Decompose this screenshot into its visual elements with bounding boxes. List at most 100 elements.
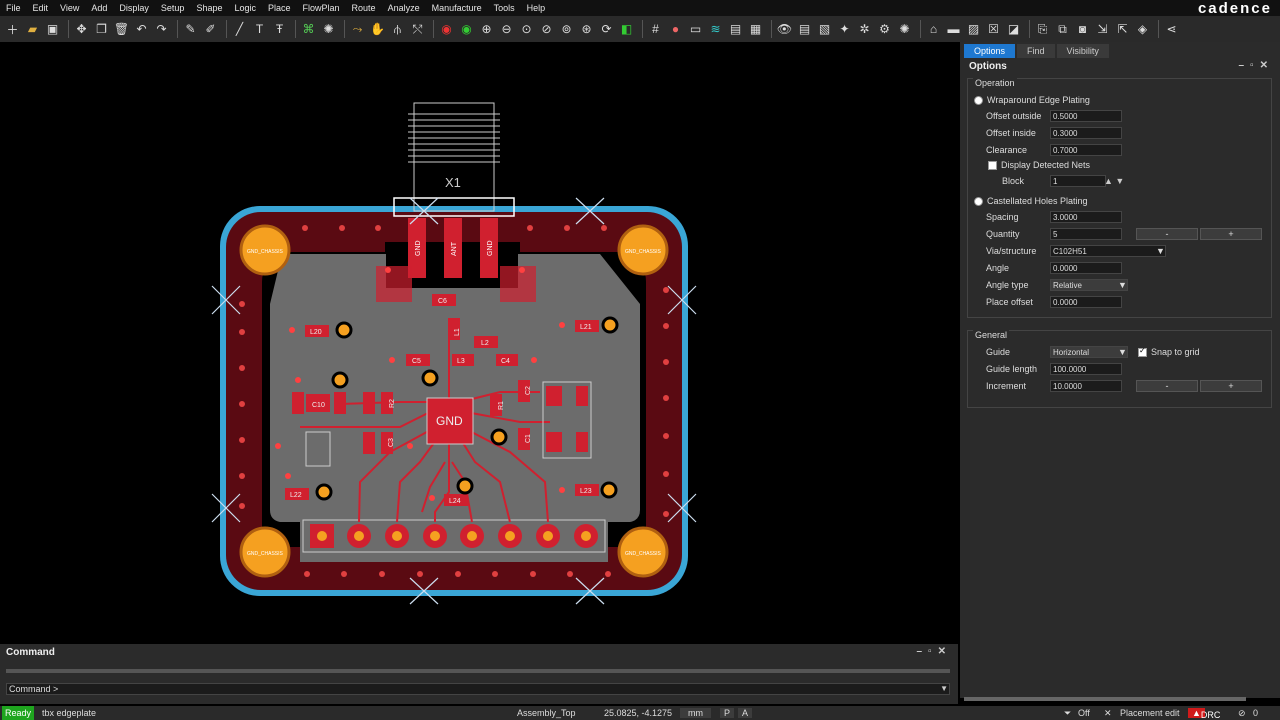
menu-view[interactable]: View [54,3,85,13]
color-icon[interactable]: ● [667,21,684,38]
active-subclass[interactable]: Assembly_Top [517,708,576,718]
fix-icon[interactable]: ✎ [182,21,199,38]
window-icon[interactable]: ▬ [945,21,962,38]
share-icon[interactable]: ⋖ [1163,21,1180,38]
slide-icon[interactable]: ⤳ [349,21,366,38]
module-pad[interactable] [576,432,588,452]
hand-icon[interactable]: ✋ [369,21,386,38]
grid-icon[interactable]: # [647,21,664,38]
drc-icon[interactable]: ☒ [985,21,1002,38]
wraparound-radio[interactable]: Wraparound Edge Plating [974,93,1090,107]
spacing-field[interactable]: 3.0000 [1050,211,1122,223]
tab-visibility[interactable]: Visibility [1056,44,1109,58]
merge-icon[interactable]: ⧉ [1054,21,1071,38]
chevron-down-icon[interactable]: ▼ [940,684,948,693]
increment-field[interactable]: 10.0000 [1050,380,1122,392]
quantity-plus-button[interactable]: + [1200,228,1262,240]
import-icon[interactable]: ⇱ [1114,21,1131,38]
mask-icon[interactable]: ◈ [1134,21,1151,38]
image-icon[interactable]: ▨ [965,21,982,38]
board-icon[interactable]: ▦ [747,21,764,38]
design-canvas[interactable]: X1 GND ANT GND GND_CHASSIS GND_CHASSIS G… [0,42,958,640]
offset-outside-field[interactable]: 0.5000 [1050,110,1122,122]
menu-edit[interactable]: Edit [27,3,55,13]
tab-find[interactable]: Find [1017,44,1055,58]
increment-plus-button[interactable]: + [1200,380,1262,392]
drc-indicator[interactable]: ▲ DRC [1188,708,1220,720]
3d-icon[interactable]: ◧ [618,21,635,38]
zoom-fit-icon[interactable]: ⊙ [518,21,535,38]
p-button[interactable]: P [720,708,735,718]
menu-manufacture[interactable]: Manufacture [426,3,488,13]
tools-icon[interactable]: ✦ [836,21,853,38]
pcb-board[interactable]: X1 GND ANT GND GND_CHASSIS GND_CHASSIS G… [0,42,958,640]
menu-logic[interactable]: Logic [228,3,262,13]
layers-icon[interactable]: ≋ [707,21,724,38]
zoom-area-icon[interactable]: ⊛ [578,21,595,38]
rats-icon[interactable]: ▤ [727,21,744,38]
via-select[interactable]: C102H51 [1050,245,1166,257]
display-icon[interactable]: ▭ [687,21,704,38]
cube-icon[interactable]: ▧ [816,21,833,38]
module-pad[interactable] [576,386,588,406]
move-icon[interactable]: ✥ [73,21,90,38]
clearance-field[interactable]: 0.7000 [1050,144,1122,156]
connect-icon[interactable]: ⌘ [300,21,317,38]
edit-icon[interactable]: ◪ [1005,21,1022,38]
unfix-icon[interactable]: ✐ [202,21,219,38]
zoom-in-icon[interactable]: ⊕ [478,21,495,38]
menu-flowplan[interactable]: FlowPlan [297,3,346,13]
chevron-down-icon[interactable]: ▼ [1156,244,1165,258]
report-icon[interactable]: ▤ [796,21,813,38]
menu-file[interactable]: File [0,3,27,13]
menu-display[interactable]: Display [113,3,155,13]
fanout-icon[interactable]: ⫛ [389,21,406,38]
stop-icon[interactable]: ⊘ [1238,708,1246,719]
copy-icon[interactable]: ❐ [93,21,110,38]
export-icon[interactable]: ⇲ [1094,21,1111,38]
menu-add[interactable]: Add [85,3,113,13]
place-offset-field[interactable]: 0.0000 [1050,296,1122,308]
filter-icon[interactable]: ⏷ [1064,708,1071,719]
redo-icon[interactable]: ↷ [153,21,170,38]
zoom-prev-icon[interactable]: ⊘ [538,21,555,38]
application-mode[interactable]: Placement edit [1120,708,1180,718]
guide-select[interactable]: Horizontal [1050,346,1128,358]
text-icon[interactable]: T [251,21,268,38]
gear-icon[interactable]: ⚙ [876,21,893,38]
module-pad[interactable] [546,432,562,452]
panel-window-controls[interactable]: –▫✕ [1239,60,1275,71]
delete-icon[interactable]: 🗑 [113,21,130,38]
menu-analyze[interactable]: Analyze [382,3,426,13]
quantity-minus-button[interactable]: - [1136,228,1198,240]
quantity-field[interactable]: 5 [1050,228,1122,240]
chevron-down-icon[interactable]: ▼ [1118,345,1127,359]
camera-icon[interactable]: ◙ [1074,21,1091,38]
guide-length-field[interactable]: 100.0000 [1050,363,1122,375]
block-field[interactable]: 1 [1050,175,1106,187]
menu-shape[interactable]: Shape [190,3,228,13]
menu-place[interactable]: Place [262,3,297,13]
a-button[interactable]: A [738,708,753,718]
save-icon[interactable]: ▣ [44,21,61,38]
menu-help[interactable]: Help [521,3,552,13]
shape-icon[interactable]: ✺ [896,21,913,38]
angle-field[interactable]: 0.0000 [1050,262,1122,274]
angle-type-select[interactable]: Relative [1050,279,1128,291]
command-input[interactable]: Command > [6,683,950,695]
text-edit-icon[interactable]: Ŧ [271,21,288,38]
line-icon[interactable]: ╱ [231,21,248,38]
chevron-down-icon[interactable]: ▼ [1118,278,1127,292]
filter-status[interactable]: Off [1078,708,1090,718]
display-nets-checkbox[interactable]: Display Detected Nets [988,158,1090,172]
offset-inside-field[interactable]: 0.3000 [1050,127,1122,139]
block-spinner-icon[interactable]: ▲ ▼ [1104,174,1124,188]
refresh-icon[interactable]: ⟳ [598,21,615,38]
module-pad[interactable] [546,386,562,406]
castellated-radio[interactable]: Castellated Holes Plating [974,194,1088,208]
visibility-icon[interactable]: 👁 [776,21,793,38]
settings-icon[interactable]: ✲ [856,21,873,38]
units-indicator[interactable]: mm [680,708,711,718]
undo-icon[interactable]: ↶ [133,21,150,38]
open-icon[interactable]: ▰ [24,21,41,38]
